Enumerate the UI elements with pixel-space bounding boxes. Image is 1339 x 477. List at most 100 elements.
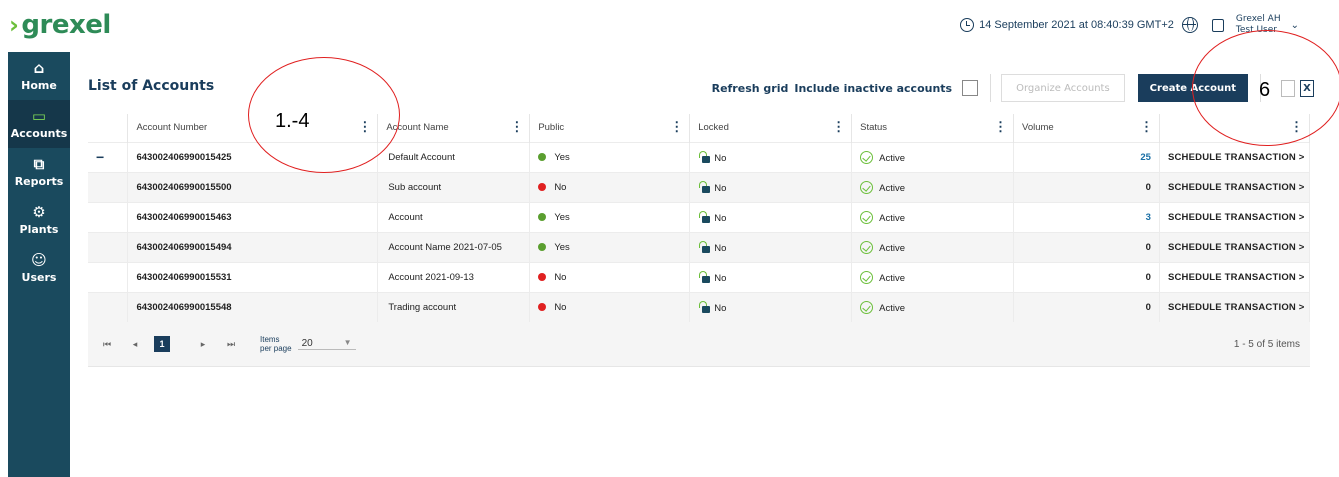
account-name-cell: Sub account (377, 171, 531, 202)
table-row[interactable]: 643002406990015548 Trading account No No… (88, 291, 1311, 323)
expand-cell (88, 261, 129, 292)
globe-icon[interactable] (1181, 17, 1198, 33)
schedule-transaction-link[interactable]: SCHEDULE TRANSACTION > (1159, 291, 1311, 323)
check-circle-icon (860, 150, 874, 164)
account-name-cell: Default Account (377, 141, 531, 172)
expand-cell (88, 291, 129, 323)
toolbar-divider (990, 74, 992, 102)
status-cell: Active (851, 291, 1015, 323)
page-number-button[interactable]: 1 (154, 336, 170, 352)
column-header-volume[interactable]: Volume ⋮ (1013, 114, 1160, 142)
locked-cell: No (689, 261, 853, 292)
unlock-icon (698, 180, 711, 193)
collapse-icon[interactable]: − (96, 149, 104, 165)
unlock-icon (698, 270, 711, 283)
public-cell: Yes (529, 231, 691, 262)
items-per-page-select[interactable]: 20 ▼ (297, 338, 356, 350)
status-dot-icon (538, 242, 547, 251)
sidebar-item-label: Home (21, 79, 57, 92)
sidebar-item-label: Accounts (10, 127, 68, 140)
locked-cell: No (689, 291, 853, 323)
column-menu-icon[interactable]: ⋮ (670, 120, 683, 133)
table-row[interactable]: 643002406990015494 Account Name 2021-07-… (88, 231, 1311, 262)
status-dot-icon (538, 302, 547, 311)
unlock-icon (698, 210, 711, 223)
account-number-cell: 643002406990015500 (127, 171, 379, 202)
volume-cell: 0 (1013, 231, 1160, 262)
pager: ⏮ ◂ 1 ▸ ⏭ Items per page 20 ▼ 1 - 5 of 5 i… (88, 322, 1310, 367)
volume-cell[interactable]: 25 (1013, 141, 1160, 172)
volume-cell: 0 (1013, 171, 1160, 202)
status-cell: Active (851, 171, 1015, 202)
column-menu-icon[interactable]: ⋮ (510, 120, 523, 133)
check-circle-icon (860, 240, 874, 254)
reports-icon: ⧉ (33, 155, 45, 173)
next-page-icon[interactable]: ▸ (194, 339, 212, 350)
status-dot-icon (538, 152, 547, 161)
user-icon[interactable] (1211, 18, 1224, 32)
unlock-icon (698, 150, 711, 163)
volume-cell: 0 (1013, 291, 1160, 323)
volume-cell: 0 (1013, 261, 1160, 292)
status-cell: Active (851, 231, 1015, 262)
column-menu-icon[interactable]: ⋮ (994, 120, 1007, 133)
table-row[interactable]: 643002406990015500 Sub account No No Act… (88, 171, 1311, 202)
first-page-icon[interactable]: ⏮ (98, 339, 116, 350)
unlock-icon (698, 300, 711, 313)
sidebar-item-home[interactable]: ⌂ Home (8, 52, 70, 100)
sidebar-item-label: Users (21, 271, 57, 284)
volume-cell[interactable]: 3 (1013, 201, 1160, 232)
schedule-transaction-link[interactable]: SCHEDULE TRANSACTION > (1159, 261, 1311, 292)
chevron-down-icon[interactable]: ⌄ (1291, 20, 1299, 31)
locked-cell: No (689, 231, 853, 262)
schedule-transaction-link[interactable]: SCHEDULE TRANSACTION > (1159, 171, 1311, 202)
status-dot-icon (538, 272, 547, 281)
public-cell: Yes (529, 141, 691, 172)
status-cell: Active (851, 141, 1015, 172)
top-header: › grexel 14 September 2021 at 08:40:39 GM… (0, 0, 1339, 52)
grexel-logo[interactable]: › grexel (9, 10, 111, 40)
schedule-transaction-link[interactable]: SCHEDULE TRANSACTION > (1159, 201, 1311, 232)
schedule-transaction-link[interactable]: SCHEDULE TRANSACTION > (1159, 231, 1311, 262)
refresh-grid-link[interactable]: Refresh grid (712, 82, 789, 95)
prev-page-icon[interactable]: ◂ (126, 339, 144, 350)
account-number-cell: 643002406990015531 (127, 261, 379, 292)
home-icon: ⌂ (33, 59, 45, 77)
expand-cell[interactable]: − (88, 141, 129, 172)
status-cell: Active (851, 261, 1015, 292)
sidebar-item-label: Reports (14, 175, 64, 188)
sidebar-item-label: Plants (19, 223, 59, 236)
sidebar-item-reports[interactable]: ⧉ Reports (8, 148, 70, 196)
public-cell: Yes (529, 201, 691, 232)
check-circle-icon (860, 210, 874, 224)
account-number-cell: 643002406990015463 (127, 201, 379, 232)
annotation-label: 1.-4 (275, 110, 310, 132)
table-row[interactable]: 643002406990015463 Account Yes No Active… (88, 201, 1311, 232)
schedule-transaction-link[interactable]: SCHEDULE TRANSACTION > (1159, 141, 1311, 172)
public-cell: No (529, 261, 691, 292)
column-menu-icon[interactable]: ⋮ (1140, 120, 1153, 133)
organize-accounts-button[interactable]: Organize Accounts (1001, 74, 1125, 102)
plants-icon: ⚙ (32, 203, 46, 221)
column-menu-icon[interactable]: ⋮ (832, 120, 845, 133)
check-circle-icon (860, 300, 874, 314)
sidebar-item-accounts[interactable]: ▭ Accounts (8, 100, 70, 148)
sidebar-item-plants[interactable]: ⚙ Plants (8, 196, 70, 244)
user-org: Grexel AH (1235, 14, 1281, 24)
last-page-icon[interactable]: ⏭ (222, 339, 240, 350)
column-header-account-name[interactable]: Account Name ⋮ (377, 114, 531, 142)
annotation-label: 6 (1259, 79, 1271, 101)
expand-cell (88, 201, 129, 232)
expand-cell (88, 231, 129, 262)
check-circle-icon (860, 270, 874, 284)
unlock-icon (698, 240, 711, 253)
column-header-public[interactable]: Public ⋮ (529, 114, 691, 142)
column-header-locked[interactable]: Locked ⋮ (689, 114, 853, 142)
column-header-status[interactable]: Status ⋮ (851, 114, 1015, 142)
sidebar-item-users[interactable]: ☺ Users (8, 244, 70, 292)
check-circle-icon (860, 180, 874, 194)
table-row[interactable]: 643002406990015531 Account 2021-09-13 No… (88, 261, 1311, 292)
include-inactive-checkbox[interactable] (962, 80, 979, 96)
locked-cell: No (689, 201, 853, 232)
status-dot-icon (538, 182, 547, 191)
